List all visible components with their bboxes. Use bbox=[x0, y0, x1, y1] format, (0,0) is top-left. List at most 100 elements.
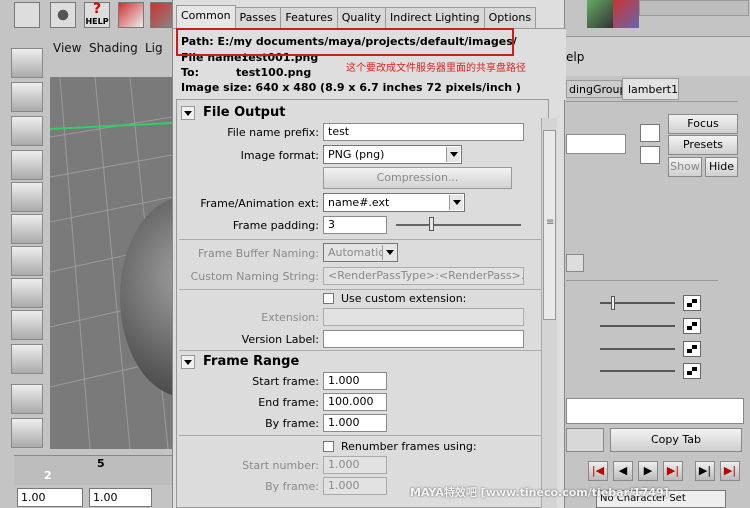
show-button[interactable]: Show bbox=[668, 157, 702, 177]
end-frame-label: End frame: bbox=[258, 396, 319, 409]
frame-buffer-naming-value: Automatic bbox=[328, 246, 385, 259]
watermark-text: MAYA特效吧 [www.tineco.com/tiebar/1749] bbox=[410, 486, 669, 499]
panel-menu-lighting[interactable]: Lig bbox=[145, 41, 163, 55]
select-tool-icon[interactable] bbox=[11, 48, 43, 78]
map-button-icon[interactable] bbox=[683, 295, 701, 311]
go-to-start-icon[interactable]: |◀ bbox=[588, 461, 608, 481]
tab-indirect-lighting[interactable]: Indirect Lighting bbox=[385, 7, 485, 28]
shelf-cube-icon[interactable] bbox=[587, 0, 613, 28]
output-connections-icon[interactable] bbox=[640, 146, 660, 164]
render-settings-tabs: Common Passes Features Quality Indirect … bbox=[176, 5, 537, 28]
paint-tool-icon[interactable] bbox=[11, 116, 43, 146]
frame-buffer-naming-dropdown[interactable]: Automatic bbox=[323, 243, 398, 262]
file-name-prefix-field[interactable]: test bbox=[323, 123, 524, 141]
map-button-icon[interactable] bbox=[683, 341, 701, 357]
image-format-dropdown[interactable]: PNG (png) bbox=[323, 145, 462, 164]
presets-button[interactable]: Presets bbox=[668, 135, 738, 155]
ae-tab-lambert1[interactable]: lambert1 bbox=[622, 78, 679, 100]
tab-features[interactable]: Features bbox=[280, 7, 338, 28]
tab-passes[interactable]: Passes bbox=[234, 7, 282, 28]
playback-start-field[interactable]: 1.00 bbox=[89, 488, 152, 507]
ae-tab-shading-group[interactable]: dingGroup bbox=[566, 80, 626, 98]
frame-animation-ext-dropdown[interactable]: name#.ext bbox=[323, 193, 465, 212]
separator bbox=[179, 239, 543, 240]
chevron-down-icon bbox=[382, 245, 396, 260]
ae-slider-1-thumb[interactable] bbox=[611, 296, 615, 310]
play-forward-icon[interactable]: ▶ bbox=[638, 461, 658, 481]
extension-field[interactable] bbox=[323, 308, 524, 326]
collapse-arrow-icon[interactable] bbox=[181, 355, 195, 369]
hide-button[interactable]: Hide bbox=[705, 157, 738, 177]
move-tool-icon[interactable] bbox=[11, 150, 43, 180]
renumber-frames-checkbox[interactable] bbox=[323, 441, 334, 452]
image-format-label: Image format: bbox=[240, 149, 319, 162]
tab-quality[interactable]: Quality bbox=[336, 7, 387, 28]
scale-tool-icon[interactable] bbox=[11, 214, 43, 244]
shelf-arrow-icon[interactable] bbox=[14, 2, 40, 28]
step-forward-icon[interactable]: ▶| bbox=[695, 461, 715, 481]
frame-padding-label: Frame padding: bbox=[232, 219, 319, 232]
start-number-field[interactable]: 1.000 bbox=[323, 456, 387, 474]
frame-padding-field[interactable]: 3 bbox=[323, 216, 387, 234]
perspective-viewport[interactable] bbox=[50, 77, 172, 449]
collapse-arrow-icon[interactable] bbox=[181, 106, 195, 120]
polygon-tool-icon[interactable] bbox=[11, 344, 43, 374]
shelf-paint-icon[interactable] bbox=[613, 0, 639, 28]
manipulator-tool-icon[interactable] bbox=[11, 246, 43, 276]
start-frame-field[interactable]: 1.000 bbox=[323, 372, 387, 390]
step-forward-key-icon[interactable]: ▶| bbox=[663, 461, 683, 481]
layout-outliner-icon[interactable] bbox=[11, 418, 43, 448]
frame-range-header[interactable]: Frame Range bbox=[177, 352, 548, 372]
settings-scrollbar[interactable] bbox=[541, 118, 557, 508]
shelf-clapper-icon[interactable] bbox=[118, 2, 144, 28]
focus-button[interactable]: Focus bbox=[668, 114, 738, 134]
ae-load-button[interactable] bbox=[566, 428, 604, 452]
ae-notes-field[interactable] bbox=[566, 398, 744, 424]
to-value: test100.png bbox=[236, 66, 312, 79]
time-tick-current: 2 bbox=[44, 469, 52, 482]
separator bbox=[179, 289, 543, 290]
to-label: To: bbox=[181, 66, 199, 79]
step-back-icon[interactable]: ◀ bbox=[613, 461, 633, 481]
input-connections-icon[interactable] bbox=[640, 124, 660, 142]
end-frame-field[interactable]: 100.000 bbox=[323, 393, 387, 411]
range-start-field[interactable]: 1.00 bbox=[17, 488, 83, 507]
frame-padding-slider-thumb[interactable] bbox=[428, 217, 434, 231]
ae-slider-2[interactable] bbox=[600, 325, 675, 327]
by-frame-field[interactable]: 1.000 bbox=[323, 414, 387, 432]
panel-menu-view[interactable]: View bbox=[53, 41, 81, 55]
copy-tab-button[interactable]: Copy Tab bbox=[610, 428, 742, 452]
use-custom-extension-checkbox[interactable] bbox=[323, 293, 334, 304]
ae-menu-help[interactable]: elp bbox=[566, 50, 584, 64]
panel-menu-shading[interactable]: Shading bbox=[89, 41, 138, 55]
custom-naming-string-field[interactable]: <RenderPassType>:<RenderPass>.<Car bbox=[323, 267, 524, 285]
compression-button[interactable]: Compression... bbox=[323, 167, 512, 189]
ae-header bbox=[565, 36, 750, 76]
lasso-tool-icon[interactable] bbox=[11, 82, 43, 112]
ae-slider-3[interactable] bbox=[600, 348, 675, 350]
go-to-end-icon[interactable]: ▶| bbox=[720, 461, 740, 481]
render-settings-window: Common Passes Features Quality Indirect … bbox=[172, 0, 566, 508]
time-tick: 5 bbox=[97, 457, 105, 470]
renumber-by-frame-field[interactable]: 1.000 bbox=[323, 477, 387, 495]
ae-divider bbox=[566, 101, 738, 102]
file-output-header[interactable]: File Output bbox=[177, 103, 548, 123]
soft-mod-tool-icon[interactable] bbox=[11, 278, 43, 308]
scrollbar-thumb[interactable] bbox=[543, 130, 556, 320]
time-slider[interactable]: 2 5 bbox=[14, 455, 172, 485]
rotate-tool-icon[interactable] bbox=[11, 182, 43, 212]
help-icon[interactable]: ? HELP bbox=[84, 1, 110, 28]
show-manipulator-icon[interactable] bbox=[11, 310, 43, 340]
ae-node-name-field[interactable] bbox=[566, 134, 626, 154]
map-button-icon[interactable] bbox=[683, 318, 701, 334]
ae-slider-4[interactable] bbox=[600, 370, 675, 372]
tab-common[interactable]: Common bbox=[176, 5, 236, 28]
frame-padding-slider[interactable] bbox=[396, 224, 521, 226]
tab-options[interactable]: Options bbox=[483, 7, 537, 28]
version-label-field[interactable] bbox=[323, 330, 524, 348]
map-button-icon[interactable] bbox=[683, 363, 701, 379]
layout-single-icon[interactable] bbox=[11, 384, 43, 414]
ae-dropdown-caret[interactable] bbox=[566, 254, 584, 272]
shelf-film-icon[interactable] bbox=[50, 2, 76, 28]
help-icon-label: HELP bbox=[85, 17, 109, 26]
